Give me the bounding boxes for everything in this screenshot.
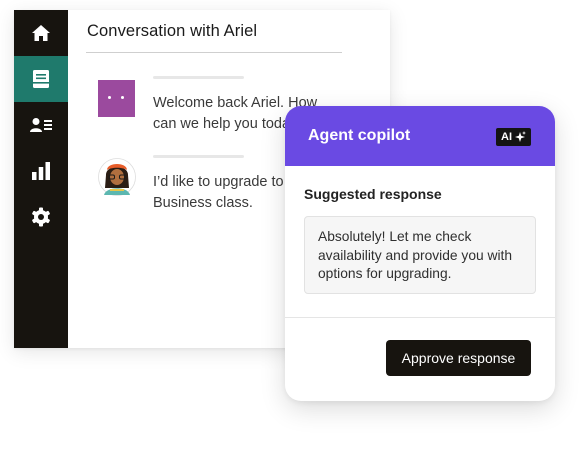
- suggested-response-label: Suggested response: [304, 186, 442, 202]
- sparkle-icon: [515, 131, 526, 142]
- inbox-icon: [33, 70, 49, 88]
- message-line: I’d like to upgrade to: [153, 174, 284, 190]
- sidebar-item-home[interactable]: [14, 10, 68, 56]
- gear-icon: [32, 207, 50, 227]
- title-divider: [86, 52, 342, 53]
- sidebar-item-settings[interactable]: [14, 194, 68, 240]
- agent-copilot-card: Agent copilot AI Suggested response Abso…: [285, 106, 555, 401]
- approve-response-button[interactable]: Approve response: [386, 340, 531, 376]
- ai-badge: AI: [496, 128, 531, 146]
- sidebar: [14, 10, 68, 348]
- avatar-eye: [108, 96, 111, 99]
- copilot-header: Agent copilot AI: [285, 106, 555, 166]
- ai-badge-label: AI: [501, 131, 512, 143]
- bar-chart-icon: [32, 162, 50, 180]
- suggested-response-text: Absolutely! Let me check availability an…: [304, 216, 536, 294]
- message-skeleton-line: [153, 155, 244, 158]
- page-title: Conversation with Ariel: [87, 22, 258, 40]
- card-divider: [285, 317, 555, 318]
- user-avatar: [98, 158, 136, 196]
- message-skeleton-line: [153, 76, 244, 79]
- home-icon: [32, 25, 50, 41]
- sidebar-item-reports[interactable]: [14, 148, 68, 194]
- message-line: Business class.: [153, 195, 253, 211]
- sidebar-item-contacts[interactable]: [14, 102, 68, 148]
- sidebar-item-inbox[interactable]: [14, 56, 68, 102]
- message-user: I’d like to upgrade to Business class.: [153, 172, 284, 214]
- contacts-icon: [30, 118, 52, 132]
- bot-avatar: [98, 80, 135, 117]
- avatar-eye: [121, 96, 124, 99]
- copilot-title: Agent copilot: [308, 127, 411, 144]
